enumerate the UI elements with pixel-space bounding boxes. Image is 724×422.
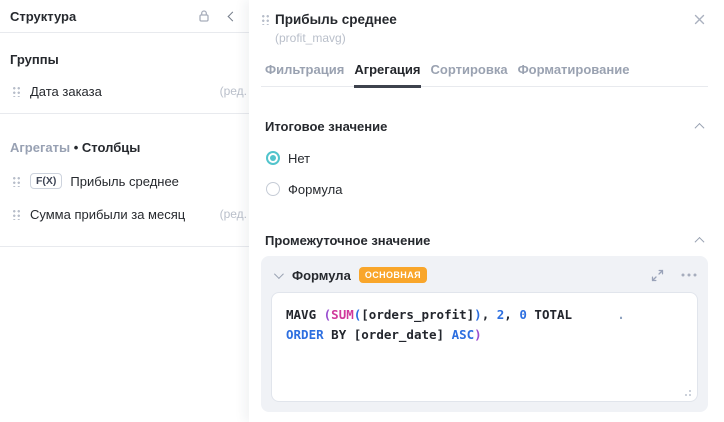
list-item-month-profit-sum[interactable]: Сумма прибыли за месяц (ред. <box>0 204 249 224</box>
total-value-section-header: Итоговое значение <box>261 117 708 135</box>
aggregates-section-title: Агрегаты • Столбцы <box>10 140 249 155</box>
divider <box>0 246 249 247</box>
radio-label: Формула <box>288 181 343 197</box>
radio-none[interactable]: Нет <box>266 148 708 168</box>
radio-formula[interactable]: Формула <box>266 179 708 199</box>
drag-handle-icon[interactable] <box>12 85 20 97</box>
tab-formatting[interactable]: Форматирование <box>518 62 630 86</box>
screen: Структура Группы Дата заказа (ред. Агрег… <box>0 0 724 422</box>
resize-grip-icon[interactable] <box>682 387 692 397</box>
drag-handle-icon[interactable] <box>12 175 20 187</box>
radio-selected-icon[interactable] <box>266 151 280 165</box>
formula-code[interactable]: MAVG (SUM([orders_profit]), 2, 0 TOTAL .… <box>286 305 683 345</box>
lock-icon[interactable] <box>195 7 213 25</box>
columns-label: Столбцы <box>81 140 141 155</box>
drag-handle-icon[interactable] <box>12 208 20 220</box>
chevron-left-icon <box>227 11 237 21</box>
item-edit-hint[interactable]: (ред. <box>220 207 247 221</box>
item-edit-hint[interactable]: (ред. <box>220 84 247 98</box>
chevron-down-icon <box>273 268 284 279</box>
item-label: Дата заказа <box>30 83 102 99</box>
radio-label: Нет <box>288 150 311 166</box>
intermediate-value-title: Промежуточное значение <box>265 232 431 248</box>
tab-bar: Фильтрация Агрегация Сортировка Форматир… <box>261 62 708 88</box>
tab-aggregation[interactable]: Агрегация <box>354 62 421 88</box>
structure-header: Структура <box>0 0 249 33</box>
field-id-subtitle: (profit_mavg) <box>275 31 346 45</box>
separator-dot: • <box>73 140 79 155</box>
chevron-up-icon <box>694 236 704 247</box>
groups-section-title: Группы <box>10 52 59 67</box>
total-value-title: Итоговое значение <box>265 118 388 134</box>
collapse-total-button[interactable] <box>690 117 708 135</box>
radio-unselected-icon[interactable] <box>266 182 280 196</box>
expand-icon[interactable] <box>648 266 666 284</box>
more-menu-icon[interactable] <box>680 266 698 284</box>
aggregates-label: Агрегаты <box>10 140 71 155</box>
primary-badge: ОСНОВНАЯ <box>358 267 427 283</box>
formula-title: Формула <box>292 267 351 283</box>
formula-editor[interactable]: MAVG (SUM([orders_profit]), 2, 0 TOTAL .… <box>271 292 698 402</box>
divider <box>0 113 249 114</box>
structure-sidebar: Структура Группы Дата заказа (ред. Агрег… <box>0 0 249 422</box>
tab-filtering[interactable]: Фильтрация <box>265 62 344 86</box>
formula-card-header: Формула ОСНОВНАЯ <box>271 264 698 286</box>
panel-header: Прибыль среднее <box>261 10 708 28</box>
panel-title: Прибыль среднее <box>275 11 397 27</box>
structure-title: Структура <box>10 8 77 24</box>
intermediate-value-section-header: Промежуточное значение <box>261 231 708 249</box>
list-item-order-date[interactable]: Дата заказа (ред. <box>0 81 249 101</box>
collapse-panel-button[interactable] <box>223 7 241 25</box>
tab-sorting[interactable]: Сортировка <box>431 62 508 86</box>
close-icon[interactable] <box>690 10 708 28</box>
collapse-intermediate-button[interactable] <box>690 231 708 249</box>
collapse-formula-button[interactable] <box>271 266 284 284</box>
list-item-profit-avg[interactable]: F(X) Прибыль среднее <box>0 171 249 191</box>
formula-card: Формула ОСНОВНАЯ MAVG (SUM([orders_profi… <box>261 256 708 412</box>
chevron-up-icon <box>694 122 704 133</box>
item-label: Прибыль среднее <box>70 173 179 189</box>
drag-handle-icon[interactable] <box>261 13 269 25</box>
field-settings-panel: Прибыль среднее (profit_mavg) Фильтрация… <box>249 0 724 422</box>
formula-fx-badge: F(X) <box>30 173 63 189</box>
item-label: Сумма прибыли за месяц <box>30 206 186 222</box>
total-value-options: Нет Формула <box>261 148 708 199</box>
